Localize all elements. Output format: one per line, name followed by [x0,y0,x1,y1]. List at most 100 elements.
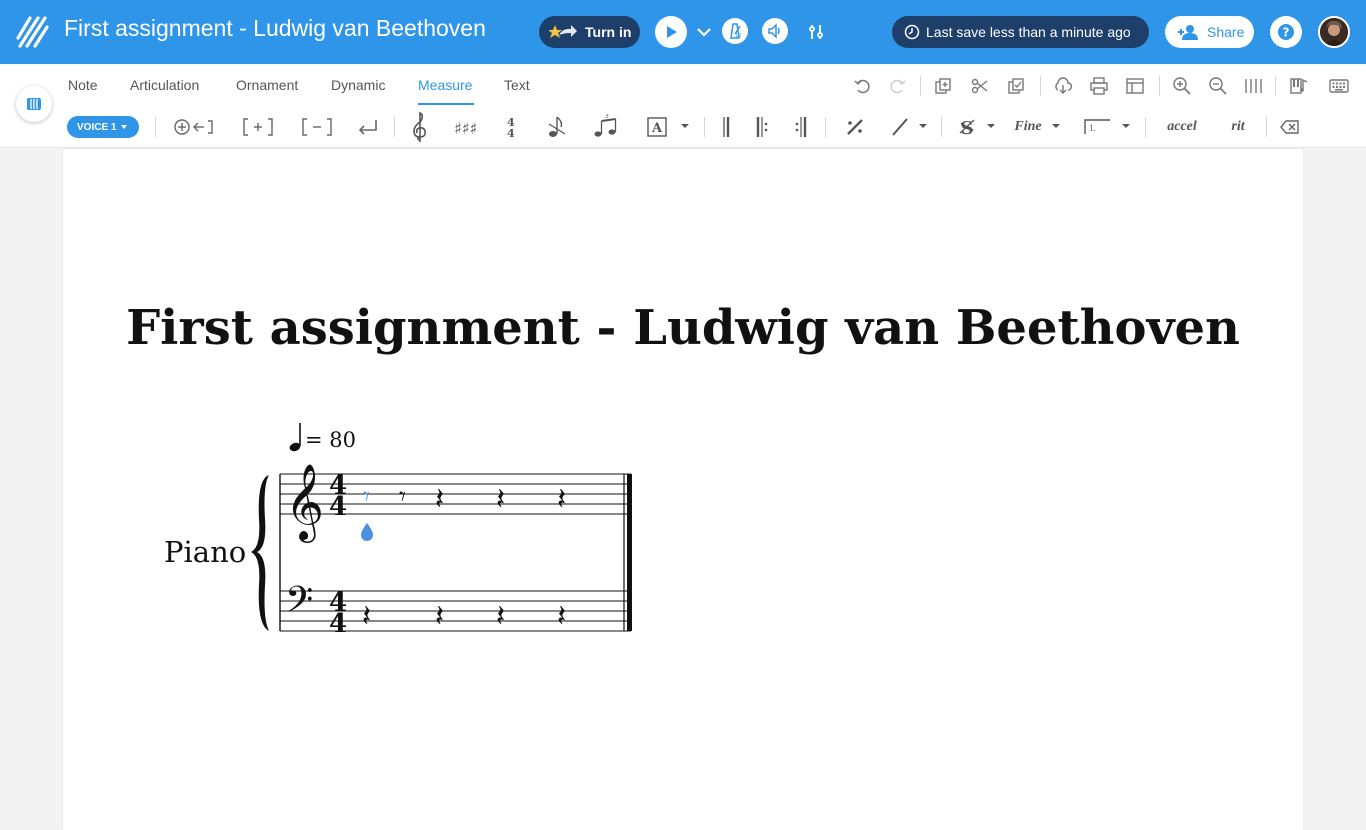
help-icon: ? [1278,24,1294,40]
quarter-rest[interactable]: 𝄽 [435,599,444,634]
tab-ornament[interactable]: Ornament [236,77,298,93]
turn-in-icon [549,25,577,38]
eighth-rest-selected[interactable]: 𝄾 [363,482,370,512]
turn-in-button[interactable]: Turn in [539,16,640,48]
document-title[interactable]: First assignment - Ludwig van Beethoven [64,15,486,42]
keyboard-icon[interactable] [1329,76,1349,96]
volta-label: 1. [1089,123,1096,133]
add-measure-icon[interactable] [242,114,274,140]
system-break-icon[interactable] [356,114,380,140]
mixer-icon[interactable] [806,22,826,42]
rit-button[interactable]: rit [1226,114,1250,140]
accel-button[interactable]: accel [1162,114,1202,140]
chevron-down-icon [121,125,128,129]
flat-logo-icon[interactable] [14,14,50,50]
tab-articulation[interactable]: Articulation [130,77,199,93]
quarter-rest[interactable]: 𝄽 [496,482,505,517]
chevron-down-icon[interactable] [919,124,927,128]
tab-text[interactable]: Text [504,77,530,93]
separator [825,117,826,137]
svg-text:S: S [961,118,974,139]
separator [704,117,705,137]
separator [920,76,921,96]
share-button[interactable]: Share [1165,16,1254,48]
pickup-measure-icon[interactable] [545,114,569,140]
separator [1040,76,1041,96]
instruments-icon[interactable] [1289,76,1309,96]
score-page[interactable]: First assignment - Ludwig van Beethoven … [63,149,1303,830]
keyboard-panel-button[interactable] [16,86,52,122]
copy-icon[interactable] [933,76,953,96]
delete-icon[interactable] [1280,114,1300,140]
chevron-down-icon[interactable] [681,124,689,128]
clock-icon [904,24,920,40]
active-tab-indicator [418,103,474,105]
undo-icon[interactable] [853,76,873,96]
measure-toolbar: VOICE 1 ♯♯♯ 44 3 A S Fine 1. accel rit [0,106,1366,148]
quarter-rest[interactable]: 𝄽 [362,599,371,634]
metronome-icon: 12 [730,23,741,39]
last-save-status[interactable]: Last save less than a minute ago [892,16,1149,48]
volta-button[interactable]: 1. [1082,114,1112,140]
avatar[interactable] [1318,16,1350,48]
tab-measure[interactable]: Measure [418,77,472,93]
zoom-out-icon[interactable] [1208,76,1228,96]
voice-selector[interactable]: VOICE 1 [67,116,139,138]
key-signature-icon[interactable]: ♯♯♯ [454,114,482,140]
play-button[interactable] [655,16,687,48]
svg-text:12: 12 [735,33,741,39]
grand-staff-brace [251,475,269,631]
chevron-down-icon[interactable] [987,124,995,128]
cut-icon[interactable] [970,76,990,96]
tuplet-icon[interactable]: 3 [592,114,620,140]
add-measure-before-icon[interactable] [172,114,216,140]
tab-dynamic[interactable]: Dynamic [331,77,385,93]
piano-grand-staff[interactable]: 𝄞 𝄢 44 44 𝄾 𝄾 𝄽 𝄽 𝄽 𝄽 𝄽 𝄽 𝄽 [243,419,643,639]
input-cursor-icon[interactable] [361,523,373,541]
print-icon[interactable] [1089,76,1109,96]
zoom-in-icon[interactable] [1172,76,1192,96]
paste-icon[interactable] [1006,76,1026,96]
cloud-download-icon[interactable] [1053,76,1073,96]
remove-measure-icon[interactable] [301,114,333,140]
quarter-rest[interactable]: 𝄽 [557,482,566,517]
svg-text:3: 3 [605,114,609,120]
clef-icon[interactable] [410,110,430,144]
text-box-icon[interactable]: A [646,114,668,140]
last-save-label: Last save less than a minute ago [926,24,1131,40]
metronome-button[interactable]: 12 [722,18,748,44]
time-signature-icon[interactable]: 44 [504,114,522,140]
repeat-end-icon[interactable] [792,114,810,140]
eighth-rest[interactable]: 𝄾 [399,482,406,512]
voice-label: VOICE 1 [77,121,117,133]
treble-clef: 𝄞 [285,463,324,543]
score-title[interactable]: First assignment - Ludwig van Beethoven [63,300,1303,356]
double-barline-icon[interactable] [718,114,734,140]
quarter-rest[interactable]: 𝄽 [557,599,566,634]
treble-time-signature: 44 [329,471,347,522]
measure-repeat-icon[interactable] [843,114,867,140]
slash-icon[interactable] [889,114,911,140]
chevron-down-icon[interactable] [1122,124,1130,128]
fine-button[interactable]: Fine [1012,114,1044,140]
help-button[interactable]: ? [1270,16,1302,48]
separator [394,117,395,137]
segno-icon[interactable]: S [956,114,978,140]
redo-icon[interactable] [887,76,907,96]
chevron-down-icon[interactable] [1052,124,1060,128]
quarter-rest[interactable]: 𝄽 [435,482,444,517]
tab-note[interactable]: Note [68,77,98,93]
audio-button[interactable] [762,18,788,44]
chevron-down-icon[interactable] [696,24,712,40]
svg-text:4: 4 [329,492,347,522]
audio-icon [768,23,780,39]
bass-clef: 𝄢 [285,579,313,630]
quarter-rest[interactable]: 𝄽 [496,599,505,634]
instrument-name[interactable]: Piano [164,535,246,569]
repeat-start-icon[interactable] [753,114,771,140]
separator [941,117,942,137]
page-view-icon[interactable] [1243,76,1263,96]
separator [1159,76,1160,96]
add-user-icon [1178,25,1198,40]
layout-icon[interactable] [1125,76,1145,96]
